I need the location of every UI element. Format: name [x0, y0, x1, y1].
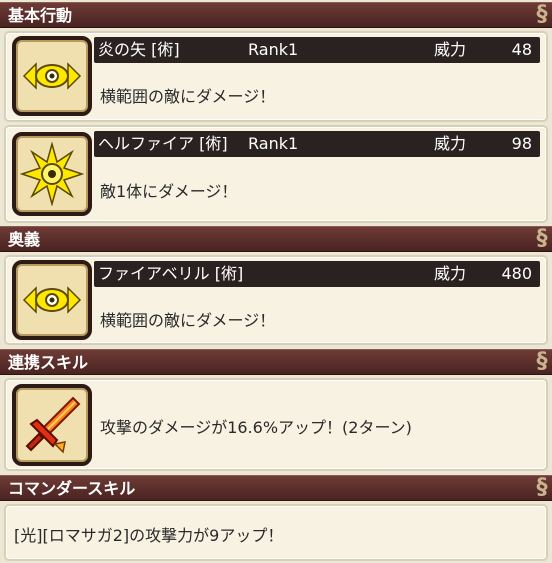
eye-icon — [22, 286, 82, 314]
starburst-eye-icon — [20, 142, 84, 206]
power-value: 480 — [501, 264, 532, 283]
skill-description: 敵1体にダメージ！ — [100, 182, 238, 201]
skill-card-1[interactable]: 炎の矢 [術] Rank1 威力 48 横範囲の敵にダメージ！ — [4, 31, 548, 122]
section-header-commander: コマンダースキル § — [0, 475, 552, 501]
link-skill-card[interactable]: 攻撃のダメージが16.6%アップ！(2ターン) — [4, 378, 548, 471]
power-value: 48 — [511, 40, 532, 59]
skill-rank: Rank1 — [248, 134, 299, 153]
skill-titlebar: ヘルファイア [術] Rank1 威力 98 — [94, 131, 540, 157]
section-title: 奥義 — [8, 230, 41, 249]
eye-icon — [22, 62, 82, 90]
power-label: 威力 — [434, 134, 467, 153]
skill-icon-frame — [12, 132, 92, 216]
skill-titlebar: ファイアベリル [術] 威力 480 — [94, 261, 540, 287]
sword-icon — [25, 396, 81, 454]
skill-description: 横範囲の敵にダメージ！ — [100, 87, 276, 106]
section-header-link: 連携スキル § — [0, 349, 552, 375]
skill-name: ヘルファイア [術] — [98, 134, 228, 153]
section-header-basic: 基本行動 § — [0, 2, 552, 28]
skill-card-3[interactable]: ファイアベリル [術] 威力 480 横範囲の敵にダメージ！ — [4, 255, 548, 345]
scroll-curl-icon: § — [536, 226, 548, 251]
power-label: 威力 — [434, 264, 467, 283]
scroll-curl-icon: § — [536, 349, 548, 374]
skill-name: 炎の矢 [術] — [98, 40, 180, 59]
section-title: 基本行動 — [8, 6, 73, 25]
section-title: コマンダースキル — [8, 479, 136, 498]
skill-description: 横範囲の敵にダメージ！ — [100, 311, 276, 330]
commander-skill-description: [光][ロマサガ2]の攻撃力が9アップ！ — [14, 526, 284, 545]
scroll-curl-icon: § — [536, 2, 548, 27]
scroll-curl-icon: § — [536, 475, 548, 500]
skill-rank: Rank1 — [248, 40, 299, 59]
power-value: 98 — [511, 134, 532, 153]
skill-icon-frame — [12, 384, 92, 466]
skill-card-2[interactable]: ヘルファイア [術] Rank1 威力 98 敵1体にダメージ！ — [4, 125, 548, 223]
section-header-ougi: 奥義 § — [0, 226, 552, 252]
link-skill-description: 攻撃のダメージが16.6%アップ！(2ターン) — [100, 418, 412, 437]
skill-name: ファイアベリル [術] — [98, 264, 244, 283]
power-label: 威力 — [434, 40, 467, 59]
skill-icon-frame — [12, 260, 92, 340]
skill-titlebar: 炎の矢 [術] Rank1 威力 48 — [94, 37, 540, 63]
section-title: 連携スキル — [8, 353, 89, 372]
commander-skill-card[interactable]: [光][ロマサガ2]の攻撃力が9アップ！ — [4, 504, 548, 561]
skill-icon-frame — [12, 36, 92, 116]
